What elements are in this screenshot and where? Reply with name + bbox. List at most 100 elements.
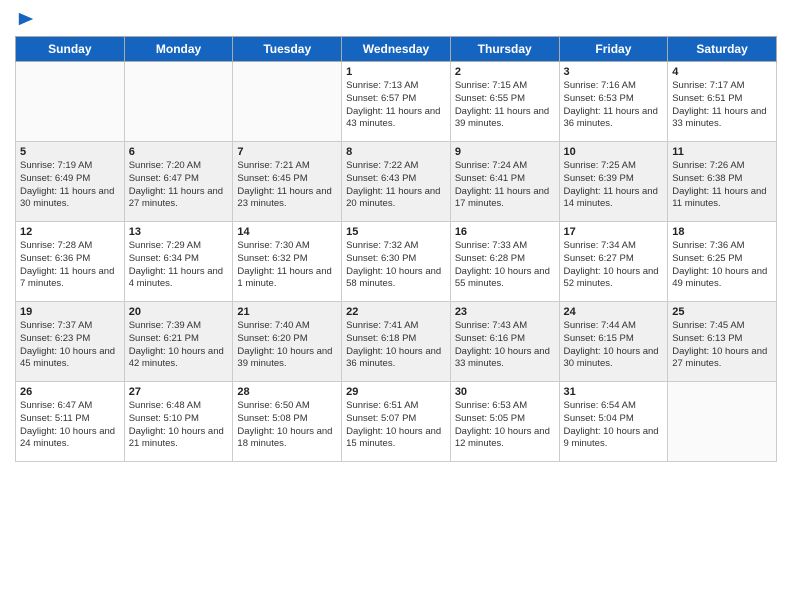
day-info: Sunrise: 7:45 AM Sunset: 6:13 PM Dayligh…	[672, 320, 772, 371]
day-info: Sunrise: 7:33 AM Sunset: 6:28 PM Dayligh…	[455, 240, 555, 291]
day-number: 20	[129, 306, 229, 318]
calendar-cell: 4Sunrise: 7:17 AM Sunset: 6:51 PM Daylig…	[668, 62, 777, 142]
day-info: Sunrise: 7:34 AM Sunset: 6:27 PM Dayligh…	[564, 240, 664, 291]
calendar-cell: 7Sunrise: 7:21 AM Sunset: 6:45 PM Daylig…	[233, 142, 342, 222]
day-info: Sunrise: 7:40 AM Sunset: 6:20 PM Dayligh…	[237, 320, 337, 371]
logo-icon	[17, 10, 35, 28]
day-number: 25	[672, 306, 772, 318]
day-number: 22	[346, 306, 446, 318]
calendar-cell	[124, 62, 233, 142]
day-info: Sunrise: 7:13 AM Sunset: 6:57 PM Dayligh…	[346, 80, 446, 131]
day-number: 2	[455, 66, 555, 78]
calendar-week: 12Sunrise: 7:28 AM Sunset: 6:36 PM Dayli…	[16, 222, 777, 302]
day-number: 11	[672, 146, 772, 158]
day-number: 5	[20, 146, 120, 158]
calendar-cell	[16, 62, 125, 142]
day-info: Sunrise: 7:36 AM Sunset: 6:25 PM Dayligh…	[672, 240, 772, 291]
day-info: Sunrise: 7:16 AM Sunset: 6:53 PM Dayligh…	[564, 80, 664, 131]
calendar-cell: 26 Sunrise: 6:47 AM Sunset: 5:11 PM Dayli…	[16, 382, 125, 462]
day-number: 31	[564, 386, 664, 398]
calendar-cell: 1 Sunrise: 7:13 AM Sunset: 6:57 PM Daylig…	[342, 62, 451, 142]
logo	[15, 10, 35, 28]
day-number: 6	[129, 146, 229, 158]
day-number: 21	[237, 306, 337, 318]
calendar-cell: 10 Sunrise: 7:25 AM Sunset: 6:39 PM Dayli…	[559, 142, 668, 222]
calendar-cell: 14 Sunrise: 7:30 AM Sunset: 6:32 PM Dayli…	[233, 222, 342, 302]
day-number: 3	[564, 66, 664, 78]
calendar-cell	[668, 382, 777, 462]
day-info: Sunrise: 6:51 AM Sunset: 5:07 PM Dayligh…	[346, 400, 446, 451]
day-info: Sunrise: 7:32 AM Sunset: 6:30 PM Dayligh…	[346, 240, 446, 291]
day-number: 8	[346, 146, 446, 158]
day-info: Sunrise: 6:53 AM Sunset: 5:05 PM Dayligh…	[455, 400, 555, 451]
day-number: 1	[346, 66, 446, 78]
day-info: Sunrise: 7:24 AM Sunset: 6:41 PM Dayligh…	[455, 160, 555, 211]
day-header: Saturday	[668, 37, 777, 62]
calendar-cell: 30 Sunrise: 6:53 AM Sunset: 5:05 PM Dayli…	[450, 382, 559, 462]
day-info: Sunrise: 7:30 AM Sunset: 6:32 PM Dayligh…	[237, 240, 337, 291]
calendar-week: 19 Sunrise: 7:37 AM Sunset: 6:23 PM Dayli…	[16, 302, 777, 382]
header-row: SundayMondayTuesdayWednesdayThursdayFrid…	[16, 37, 777, 62]
day-header: Sunday	[16, 37, 125, 62]
calendar-cell: 19 Sunrise: 7:37 AM Sunset: 6:23 PM Dayli…	[16, 302, 125, 382]
day-info: Sunrise: 7:20 AM Sunset: 6:47 PM Dayligh…	[129, 160, 229, 211]
day-info: Sunrise: 6:48 AM Sunset: 5:10 PM Dayligh…	[129, 400, 229, 451]
calendar-cell: 23 Sunrise: 7:43 AM Sunset: 6:16 PM Dayli…	[450, 302, 559, 382]
calendar-cell	[233, 62, 342, 142]
calendar-page: SundayMondayTuesdayWednesdayThursdayFrid…	[0, 0, 792, 612]
day-header: Thursday	[450, 37, 559, 62]
calendar-cell: 2 Sunrise: 7:15 AM Sunset: 6:55 PM Daylig…	[450, 62, 559, 142]
day-number: 16	[455, 226, 555, 238]
calendar-cell: 20Sunrise: 7:39 AM Sunset: 6:21 PM Dayli…	[124, 302, 233, 382]
day-info: Sunrise: 7:15 AM Sunset: 6:55 PM Dayligh…	[455, 80, 555, 131]
calendar-cell: 17 Sunrise: 7:34 AM Sunset: 6:27 PM Dayli…	[559, 222, 668, 302]
calendar-cell: 22 Sunrise: 7:41 AM Sunset: 6:18 PM Dayli…	[342, 302, 451, 382]
day-number: 30	[455, 386, 555, 398]
calendar-cell: 16 Sunrise: 7:33 AM Sunset: 6:28 PM Dayli…	[450, 222, 559, 302]
calendar-cell: 25 Sunrise: 7:45 AM Sunset: 6:13 PM Dayli…	[668, 302, 777, 382]
day-number: 10	[564, 146, 664, 158]
day-number: 17	[564, 226, 664, 238]
day-info: Sunrise: 7:29 AM Sunset: 6:34 PM Dayligh…	[129, 240, 229, 291]
day-info: Sunrise: 6:47 AM Sunset: 5:11 PM Dayligh…	[20, 400, 120, 451]
day-number: 4	[672, 66, 772, 78]
calendar-cell: 18Sunrise: 7:36 AM Sunset: 6:25 PM Dayli…	[668, 222, 777, 302]
day-info: Sunrise: 7:44 AM Sunset: 6:15 PM Dayligh…	[564, 320, 664, 371]
calendar-cell: 5 Sunrise: 7:19 AM Sunset: 6:49 PM Daylig…	[16, 142, 125, 222]
day-number: 19	[20, 306, 120, 318]
day-number: 7	[237, 146, 337, 158]
calendar-cell: 29 Sunrise: 6:51 AM Sunset: 5:07 PM Dayli…	[342, 382, 451, 462]
calendar-cell: 9 Sunrise: 7:24 AM Sunset: 6:41 PM Daylig…	[450, 142, 559, 222]
calendar-cell: 6 Sunrise: 7:20 AM Sunset: 6:47 PM Daylig…	[124, 142, 233, 222]
calendar-cell: 21 Sunrise: 7:40 AM Sunset: 6:20 PM Dayli…	[233, 302, 342, 382]
day-number: 23	[455, 306, 555, 318]
day-header: Wednesday	[342, 37, 451, 62]
day-info: Sunrise: 6:54 AM Sunset: 5:04 PM Dayligh…	[564, 400, 664, 451]
calendar-cell: 15 Sunrise: 7:32 AM Sunset: 6:30 PM Dayli…	[342, 222, 451, 302]
day-number: 9	[455, 146, 555, 158]
day-number: 29	[346, 386, 446, 398]
day-number: 15	[346, 226, 446, 238]
day-number: 14	[237, 226, 337, 238]
day-info: Sunrise: 7:28 AM Sunset: 6:36 PM Dayligh…	[20, 240, 120, 291]
day-info: Sunrise: 6:50 AM Sunset: 5:08 PM Dayligh…	[237, 400, 337, 451]
calendar-table: SundayMondayTuesdayWednesdayThursdayFrid…	[15, 36, 777, 462]
calendar-cell: 31 Sunrise: 6:54 AM Sunset: 5:04 PM Dayli…	[559, 382, 668, 462]
header	[15, 10, 777, 28]
day-info: Sunrise: 7:26 AM Sunset: 6:38 PM Dayligh…	[672, 160, 772, 211]
day-info: Sunrise: 7:37 AM Sunset: 6:23 PM Dayligh…	[20, 320, 120, 371]
calendar-cell: 3 Sunrise: 7:16 AM Sunset: 6:53 PM Daylig…	[559, 62, 668, 142]
calendar-week: 1 Sunrise: 7:13 AM Sunset: 6:57 PM Daylig…	[16, 62, 777, 142]
day-number: 26	[20, 386, 120, 398]
day-number: 13	[129, 226, 229, 238]
calendar-cell: 13 Sunrise: 7:29 AM Sunset: 6:34 PM Dayli…	[124, 222, 233, 302]
calendar-cell: 24Sunrise: 7:44 AM Sunset: 6:15 PM Dayli…	[559, 302, 668, 382]
day-info: Sunrise: 7:41 AM Sunset: 6:18 PM Dayligh…	[346, 320, 446, 371]
day-number: 27	[129, 386, 229, 398]
calendar-cell: 8Sunrise: 7:22 AM Sunset: 6:43 PM Daylig…	[342, 142, 451, 222]
day-info: Sunrise: 7:19 AM Sunset: 6:49 PM Dayligh…	[20, 160, 120, 211]
day-number: 28	[237, 386, 337, 398]
day-header: Monday	[124, 37, 233, 62]
day-info: Sunrise: 7:25 AM Sunset: 6:39 PM Dayligh…	[564, 160, 664, 211]
day-info: Sunrise: 7:43 AM Sunset: 6:16 PM Dayligh…	[455, 320, 555, 371]
